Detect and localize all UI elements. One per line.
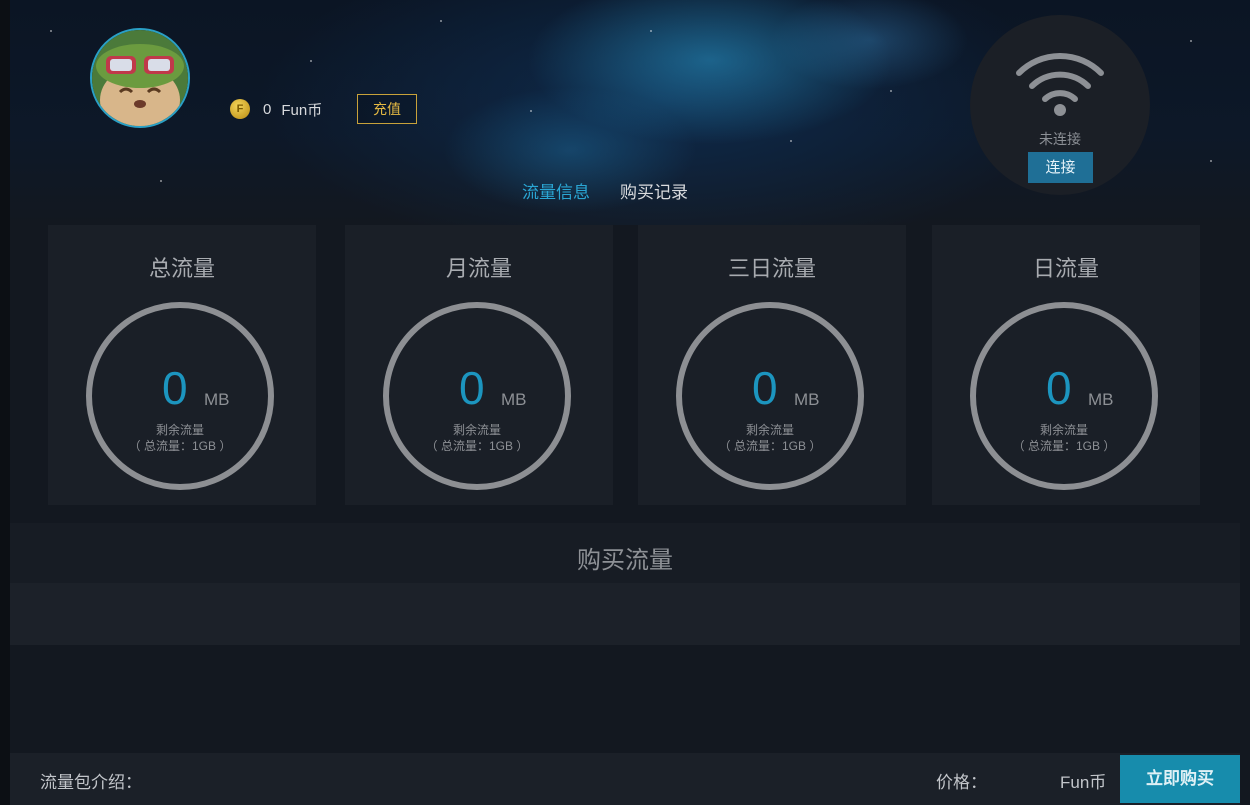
star	[530, 110, 532, 112]
star	[890, 90, 892, 92]
traffic-ring: 0 MB 剩余流量 （ 总流量：1GB ）	[676, 302, 864, 490]
tab-traffic-info[interactable]: 流量信息	[522, 178, 590, 203]
star	[160, 180, 162, 182]
stat-card-title: 三日流量	[727, 256, 816, 281]
total-quota: （ 总流量：1GB ）	[425, 439, 529, 453]
connection-panel: 未连接 连接	[970, 15, 1150, 195]
stat-card-total: 总流量 0 MB 剩余流量 （ 总流量：1GB ）	[48, 225, 316, 505]
star	[50, 30, 52, 32]
star	[790, 140, 792, 142]
star	[1190, 40, 1192, 42]
remaining-unit: MB	[1088, 390, 1114, 409]
star	[1210, 160, 1212, 162]
purchase-section-header: 购买流量	[10, 523, 1240, 583]
remaining-unit: MB	[794, 390, 820, 409]
traffic-ring: 0 MB 剩余流量 （ 总流量：1GB ）	[383, 302, 571, 490]
remaining-value: 0	[459, 362, 485, 414]
wifi-icon	[1016, 53, 1104, 116]
total-quota: （ 总流量：1GB ）	[1012, 439, 1116, 453]
coin-icon: F	[230, 99, 250, 119]
stat-card-daily: 日流量 0 MB 剩余流量 （ 总流量：1GB ）	[932, 225, 1200, 505]
star	[310, 60, 312, 62]
remaining-unit: MB	[204, 390, 230, 409]
stat-card-title: 月流量	[445, 256, 512, 281]
package-list-empty-area	[10, 645, 1240, 753]
section-divider	[10, 505, 1240, 523]
remaining-value: 0	[162, 362, 188, 414]
recharge-button[interactable]: 充值	[357, 94, 417, 124]
remaining-label: 剩余流量	[452, 423, 501, 437]
coin-amount: 0	[263, 100, 272, 118]
remaining-value: 0	[752, 362, 778, 414]
avatar[interactable]	[90, 28, 190, 128]
remaining-label: 剩余流量	[1039, 423, 1088, 437]
stat-card-title: 日流量	[1032, 256, 1099, 281]
price-label: 价格：	[936, 773, 987, 792]
traffic-ring: 0 MB 剩余流量 （ 总流量：1GB ）	[970, 302, 1158, 490]
purchase-section-title: 购买流量	[577, 547, 673, 574]
package-intro-label: 流量包介绍：	[40, 773, 142, 792]
remaining-label: 剩余流量	[745, 423, 794, 437]
tab-purchase-history[interactable]: 购买记录	[620, 178, 688, 203]
price-unit: Fun币	[1060, 773, 1107, 792]
connect-button[interactable]: 连接	[1028, 152, 1093, 183]
remaining-unit: MB	[501, 390, 527, 409]
star	[440, 20, 442, 22]
package-list[interactable]	[10, 583, 1240, 645]
purchase-footer: 流量包介绍： 价格： Fun币 立即购买	[10, 753, 1240, 805]
tab-bar: 流量信息 购买记录	[522, 178, 688, 203]
buy-now-button[interactable]: 立即购买	[1120, 755, 1240, 803]
window-left-edge	[0, 0, 10, 805]
stat-card-three-day: 三日流量 0 MB 剩余流量 （ 总流量：1GB ）	[638, 225, 906, 505]
connection-status: 未连接	[1039, 131, 1081, 147]
total-quota: （ 总流量：1GB ）	[128, 439, 232, 453]
avatar-image	[92, 30, 188, 126]
stat-card-title: 总流量	[148, 256, 215, 281]
star	[650, 30, 652, 32]
remaining-value: 0	[1046, 362, 1072, 414]
total-quota: （ 总流量：1GB ）	[718, 439, 822, 453]
stat-card-monthly: 月流量 0 MB 剩余流量 （ 总流量：1GB ）	[345, 225, 613, 505]
remaining-label: 剩余流量	[155, 423, 204, 437]
coin-balance: F 0 Fun币	[230, 96, 322, 122]
coin-unit: Fun币	[281, 101, 323, 119]
traffic-ring: 0 MB 剩余流量 （ 总流量：1GB ）	[86, 302, 274, 490]
